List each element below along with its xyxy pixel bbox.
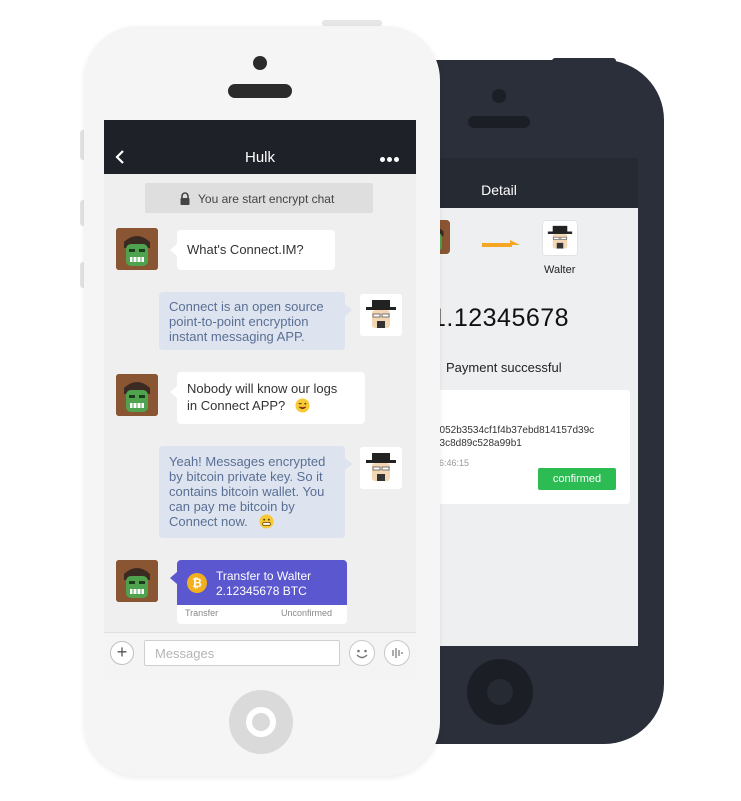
back-phone-speaker — [468, 116, 530, 128]
transfer-message-card[interactable]: ₿ Transfer to Walter 2.12345678 BTC Tran… — [177, 560, 347, 624]
hulk-avatar[interactable] — [116, 560, 158, 602]
message-text: Yeah! Messages encrypted — [169, 454, 326, 469]
emoji-icon[interactable] — [349, 640, 375, 666]
message-text: point-to-point encryption — [169, 314, 309, 329]
bubble-tail — [345, 458, 352, 470]
bubble-tail — [170, 572, 177, 584]
grin-emoji-icon — [259, 514, 274, 532]
message-text: What's Connect.IM? — [187, 242, 304, 257]
message-text: Connect is an open source — [169, 299, 324, 314]
status-bar — [104, 120, 416, 140]
transfer-status: Unconfirmed — [281, 608, 333, 618]
txid-line: a052b3534cf1f4b37ebd814157d39c — [434, 425, 595, 436]
message-text: contains bitcoin wallet. You — [169, 484, 325, 499]
message-text: instant messaging APP. — [169, 329, 305, 344]
hulk-avatar[interactable] — [116, 228, 158, 270]
message-text: Connect now. — [169, 514, 248, 529]
back-phone-power-button — [552, 58, 616, 64]
lock-icon — [179, 192, 191, 210]
message-text: Nobody will know our logs — [187, 381, 338, 396]
transfer-label: Transfer — [185, 608, 219, 618]
txid-line: 73c8d89c528a99b1 — [434, 438, 522, 449]
payment-status: Payment successful — [446, 360, 562, 375]
encrypt-notice-text: You are start encrypt chat — [198, 192, 335, 206]
chat-screen: Hulk You are start encrypt chat What's C… — [104, 120, 416, 674]
chat-header: Hulk — [104, 140, 416, 174]
message-text: in Connect APP? — [187, 398, 286, 413]
message-input[interactable] — [144, 640, 340, 666]
back-phone-camera — [492, 89, 506, 103]
transfer-title: Transfer to Walter — [216, 569, 312, 583]
home-button-ring — [246, 707, 276, 737]
received-message[interactable]: What's Connect.IM? — [177, 230, 335, 270]
more-dots-icon[interactable] — [380, 149, 401, 167]
encrypt-notice: You are start encrypt chat — [145, 183, 373, 213]
transfer-card-header: ₿ Transfer to Walter 2.12345678 BTC — [177, 560, 347, 605]
bubble-tail — [345, 304, 352, 316]
bitcoin-icon: ₿ — [187, 573, 207, 593]
transfer-amount: 2.12345678 BTC — [216, 584, 307, 598]
message-text: can pay me bitcoin by — [169, 499, 295, 514]
sent-message[interactable]: Yeah! Messages encrypted by bitcoin priv… — [159, 446, 345, 538]
recipient-name: Walter — [544, 264, 576, 276]
walter-avatar[interactable] — [360, 447, 402, 489]
chat-title: Hulk — [244, 149, 275, 166]
recipient-avatar — [542, 220, 578, 256]
voice-icon[interactable] — [384, 640, 410, 666]
received-message[interactable]: Nobody will know our logs in Connect APP… — [177, 372, 365, 424]
front-phone-speaker — [228, 84, 292, 98]
message-text: by bitcoin private key. So it — [169, 469, 323, 484]
bubble-tail — [170, 244, 177, 256]
transfer-amount: 1.12345678 — [432, 304, 570, 332]
transfer-arrow-icon — [482, 238, 522, 256]
front-phone-camera — [253, 56, 267, 70]
walter-avatar[interactable] — [360, 294, 402, 336]
confirmed-button[interactable]: confirmed — [538, 468, 616, 490]
back-phone-home-button-inner — [487, 679, 513, 705]
hulk-avatar[interactable] — [116, 374, 158, 416]
wink-emoji-icon — [295, 398, 310, 416]
bubble-tail — [170, 386, 177, 398]
transaction-card: n a052b3534cf1f4b37ebd814157d39c 73c8d89… — [420, 390, 630, 504]
sent-message[interactable]: Connect is an open source point-to-point… — [159, 292, 345, 350]
plus-icon[interactable]: + — [110, 641, 134, 665]
message-input-bar: + — [104, 632, 416, 674]
